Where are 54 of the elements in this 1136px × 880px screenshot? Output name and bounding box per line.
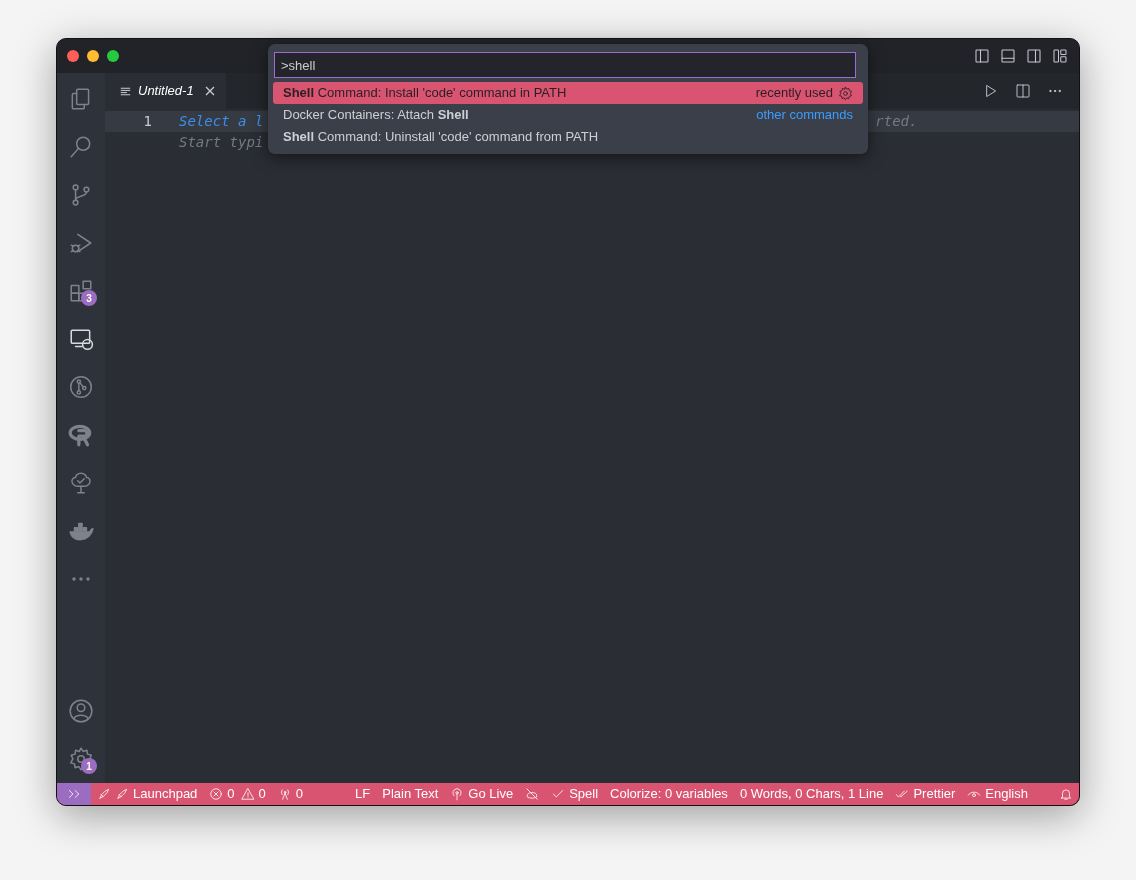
r-language-icon [68,422,94,448]
sidebar-toggle-icon [973,47,991,65]
copilot-off-icon [525,787,540,801]
status-item[interactable]: LF [349,784,377,804]
status-item[interactable]: 0 [240,784,272,804]
hint-text: rted. [875,112,918,131]
panel-toggle-icon [999,47,1017,65]
remote-button[interactable] [57,783,91,805]
status-item[interactable]: 0 [271,784,310,804]
command-item[interactable]: Shell Command: Install 'code' command in PATH recently used [273,82,863,104]
git-graph-icon [68,374,94,400]
extensions-icon [68,278,94,304]
window-control-button[interactable] [87,50,99,62]
status-item[interactable]: Launchpad [91,784,204,804]
notification-badge: 1 [81,758,97,774]
remote-icon [67,787,81,801]
layout-icon [1051,47,1069,65]
settings-icon [68,746,94,772]
run-icon [983,83,999,99]
command-item[interactable]: Shell Command: Uninstall 'code' command from PATH [273,126,863,148]
status-item[interactable]: 0 [203,784,241,804]
bell-icon [1059,787,1073,801]
more-icon [69,577,93,581]
command-detail: recently used [755,84,833,103]
status-item[interactable]: Plain Text [376,784,445,804]
settings-icon [838,85,853,101]
line-number: 1 [142,112,153,131]
status-item[interactable]: English [961,784,1034,804]
status-item[interactable]: Spell [545,784,605,804]
activity-bar-item[interactable]: 1 [57,735,105,783]
tree-check-icon [68,470,94,496]
status-item[interactable]: Prettier [889,784,962,804]
hint-link[interactable]: Select a l [179,111,264,132]
double-check-icon [895,787,910,801]
sidebar-toggle-icon [1025,47,1043,65]
command-input[interactable]: >shell [274,52,856,78]
notification-badge: 3 [81,290,97,306]
status-item[interactable]: Go Live [444,784,520,804]
split-editor-icon [1015,83,1031,99]
close-icon[interactable] [203,85,216,97]
editor-tab[interactable]: Untitled-1 [105,73,226,109]
broadcast-icon [450,787,465,801]
status-item[interactable]: 0 Words, 0 Chars, 1 Line [733,784,890,804]
window-control-button[interactable] [107,50,119,62]
window-control-button[interactable] [67,50,79,62]
status-item[interactable]: Colorize: 0 variables [604,784,734,804]
activity-bar-item[interactable]: 3 [57,267,105,315]
hint-text: Start typi [179,133,264,152]
error-icon [209,787,224,801]
check-icon [551,787,566,801]
account-icon [68,698,94,724]
command-item[interactable]: Docker Containers: Attach Shell other commands [273,104,863,126]
command-detail: other commands [756,106,853,125]
warning-icon [240,787,255,801]
